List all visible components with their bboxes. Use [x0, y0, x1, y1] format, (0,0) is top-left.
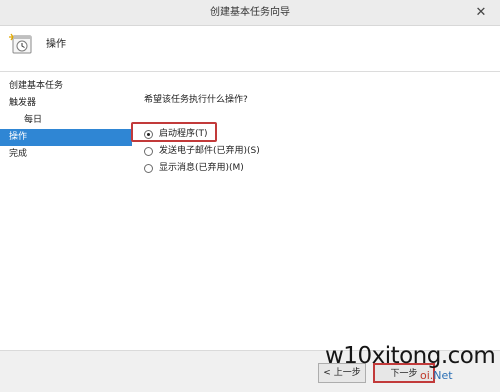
wizard-header: 操作	[0, 26, 500, 72]
option-start-program[interactable]: 启动程序(T)	[140, 126, 260, 143]
watermark: w10xitong.com	[325, 343, 496, 369]
close-icon[interactable]: ✕	[468, 4, 494, 22]
step-finish[interactable]: 完成	[0, 146, 132, 163]
option-display-message[interactable]: 显示消息(已弃用)(M)	[140, 160, 260, 177]
page-title: 操作	[46, 39, 66, 50]
radio-start-program[interactable]	[144, 130, 153, 139]
action-question: 希望该任务执行什么操作?	[144, 95, 248, 105]
step-daily[interactable]: 每日	[0, 112, 132, 129]
window-title: 创建基本任务向导	[210, 7, 290, 18]
title-bar: 创建基本任务向导 ✕	[0, 0, 500, 26]
radio-display-message[interactable]	[144, 164, 153, 173]
option-label: 显示消息(已弃用)(M)	[159, 163, 244, 173]
step-trigger[interactable]: 触发器	[0, 95, 132, 112]
watermark-sub-b: Net	[433, 369, 453, 382]
option-label: 发送电子邮件(已弃用)(S)	[159, 146, 260, 156]
option-send-email[interactable]: 发送电子邮件(已弃用)(S)	[140, 143, 260, 160]
task-clock-icon	[9, 33, 32, 54]
action-options: 启动程序(T) 发送电子邮件(已弃用)(S) 显示消息(已弃用)(M)	[140, 126, 260, 177]
step-create-basic-task[interactable]: 创建基本任务	[0, 78, 132, 95]
watermark-sub-a: oi.	[420, 369, 434, 382]
watermark-sub: oi.Net	[420, 369, 453, 382]
step-action[interactable]: 操作	[0, 129, 132, 146]
radio-send-email[interactable]	[144, 147, 153, 156]
option-label: 启动程序(T)	[159, 129, 208, 139]
wizard-steps-sidebar: 创建基本任务 触发器 每日 操作 完成	[0, 78, 132, 163]
